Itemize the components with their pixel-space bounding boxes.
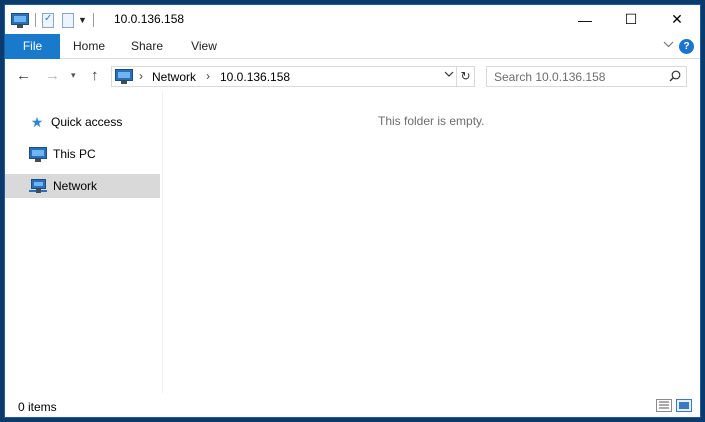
navigation-bar: ← → ▾ ↑ › Network › 10.0.136.158 ↻ (5, 59, 700, 91)
nav-item-network[interactable]: Network (5, 174, 160, 198)
back-button[interactable]: ← (16, 67, 31, 84)
title-bar: ▼ 10.0.136.158 — ☐ ✕ (5, 5, 700, 34)
window-title: 10.0.136.158 (114, 12, 185, 26)
nav-item-label: Network (53, 179, 98, 193)
breadcrumb-separator[interactable]: › (206, 69, 210, 83)
file-list-area[interactable]: This folder is empty. (164, 91, 700, 393)
address-bar[interactable]: › Network › 10.0.136.158 (111, 66, 457, 87)
address-dropdown-icon[interactable] (444, 70, 454, 81)
breadcrumb-separator[interactable]: › (139, 69, 143, 83)
toolbar-separator (92, 13, 94, 27)
navigation-pane: ★ Quick access This PC Network (5, 91, 163, 393)
quick-access-toolbar: ▼ (11, 11, 100, 29)
nav-item-this-pc[interactable]: This PC (5, 142, 160, 166)
toolbar-separator (35, 13, 36, 27)
status-bar: 0 items (5, 393, 700, 418)
computer-icon[interactable] (11, 12, 29, 28)
help-icon[interactable]: ? (679, 39, 694, 54)
nav-item-label: Quick access (51, 115, 123, 129)
tab-file[interactable]: File (5, 34, 60, 59)
item-count: 0 items (18, 400, 57, 414)
tab-view[interactable]: View (185, 34, 223, 59)
star-icon: ★ (30, 113, 44, 130)
new-folder-icon[interactable] (62, 12, 74, 28)
window-controls: — ☐ ✕ (562, 5, 700, 34)
computer-icon (115, 69, 133, 84)
breadcrumb-host[interactable]: 10.0.136.158 (220, 70, 290, 84)
forward-button[interactable]: → (45, 67, 60, 84)
recent-locations-button[interactable]: ▾ (71, 70, 76, 81)
tab-share[interactable]: Share (127, 34, 167, 59)
maximize-button[interactable]: ☐ (608, 5, 654, 34)
minimize-button[interactable]: — (562, 5, 608, 34)
refresh-button[interactable]: ↻ (457, 66, 475, 87)
chevron-down-icon[interactable] (663, 39, 674, 51)
empty-folder-message: This folder is empty. (378, 114, 485, 128)
tab-home[interactable]: Home (67, 34, 111, 59)
search-box[interactable] (486, 66, 687, 87)
search-input[interactable] (487, 67, 667, 86)
details-view-icon[interactable] (656, 399, 672, 412)
search-icon[interactable] (669, 70, 681, 82)
breadcrumb-network[interactable]: Network (152, 70, 196, 84)
computer-icon (29, 146, 47, 162)
network-icon (29, 178, 47, 194)
close-button[interactable]: ✕ (654, 5, 700, 34)
nav-item-label: This PC (53, 147, 96, 161)
explorer-window: ▼ 10.0.136.158 — ☐ ✕ File Home Share Vie… (4, 4, 701, 418)
properties-icon[interactable] (42, 12, 54, 28)
nav-item-quick-access[interactable]: ★ Quick access (5, 110, 160, 134)
large-icons-view-icon[interactable] (676, 399, 692, 412)
customize-toolbar-icon[interactable]: ▼ (78, 15, 87, 25)
ribbon-tabs: File Home Share View ? (5, 34, 700, 59)
up-button[interactable]: ↑ (91, 67, 99, 84)
